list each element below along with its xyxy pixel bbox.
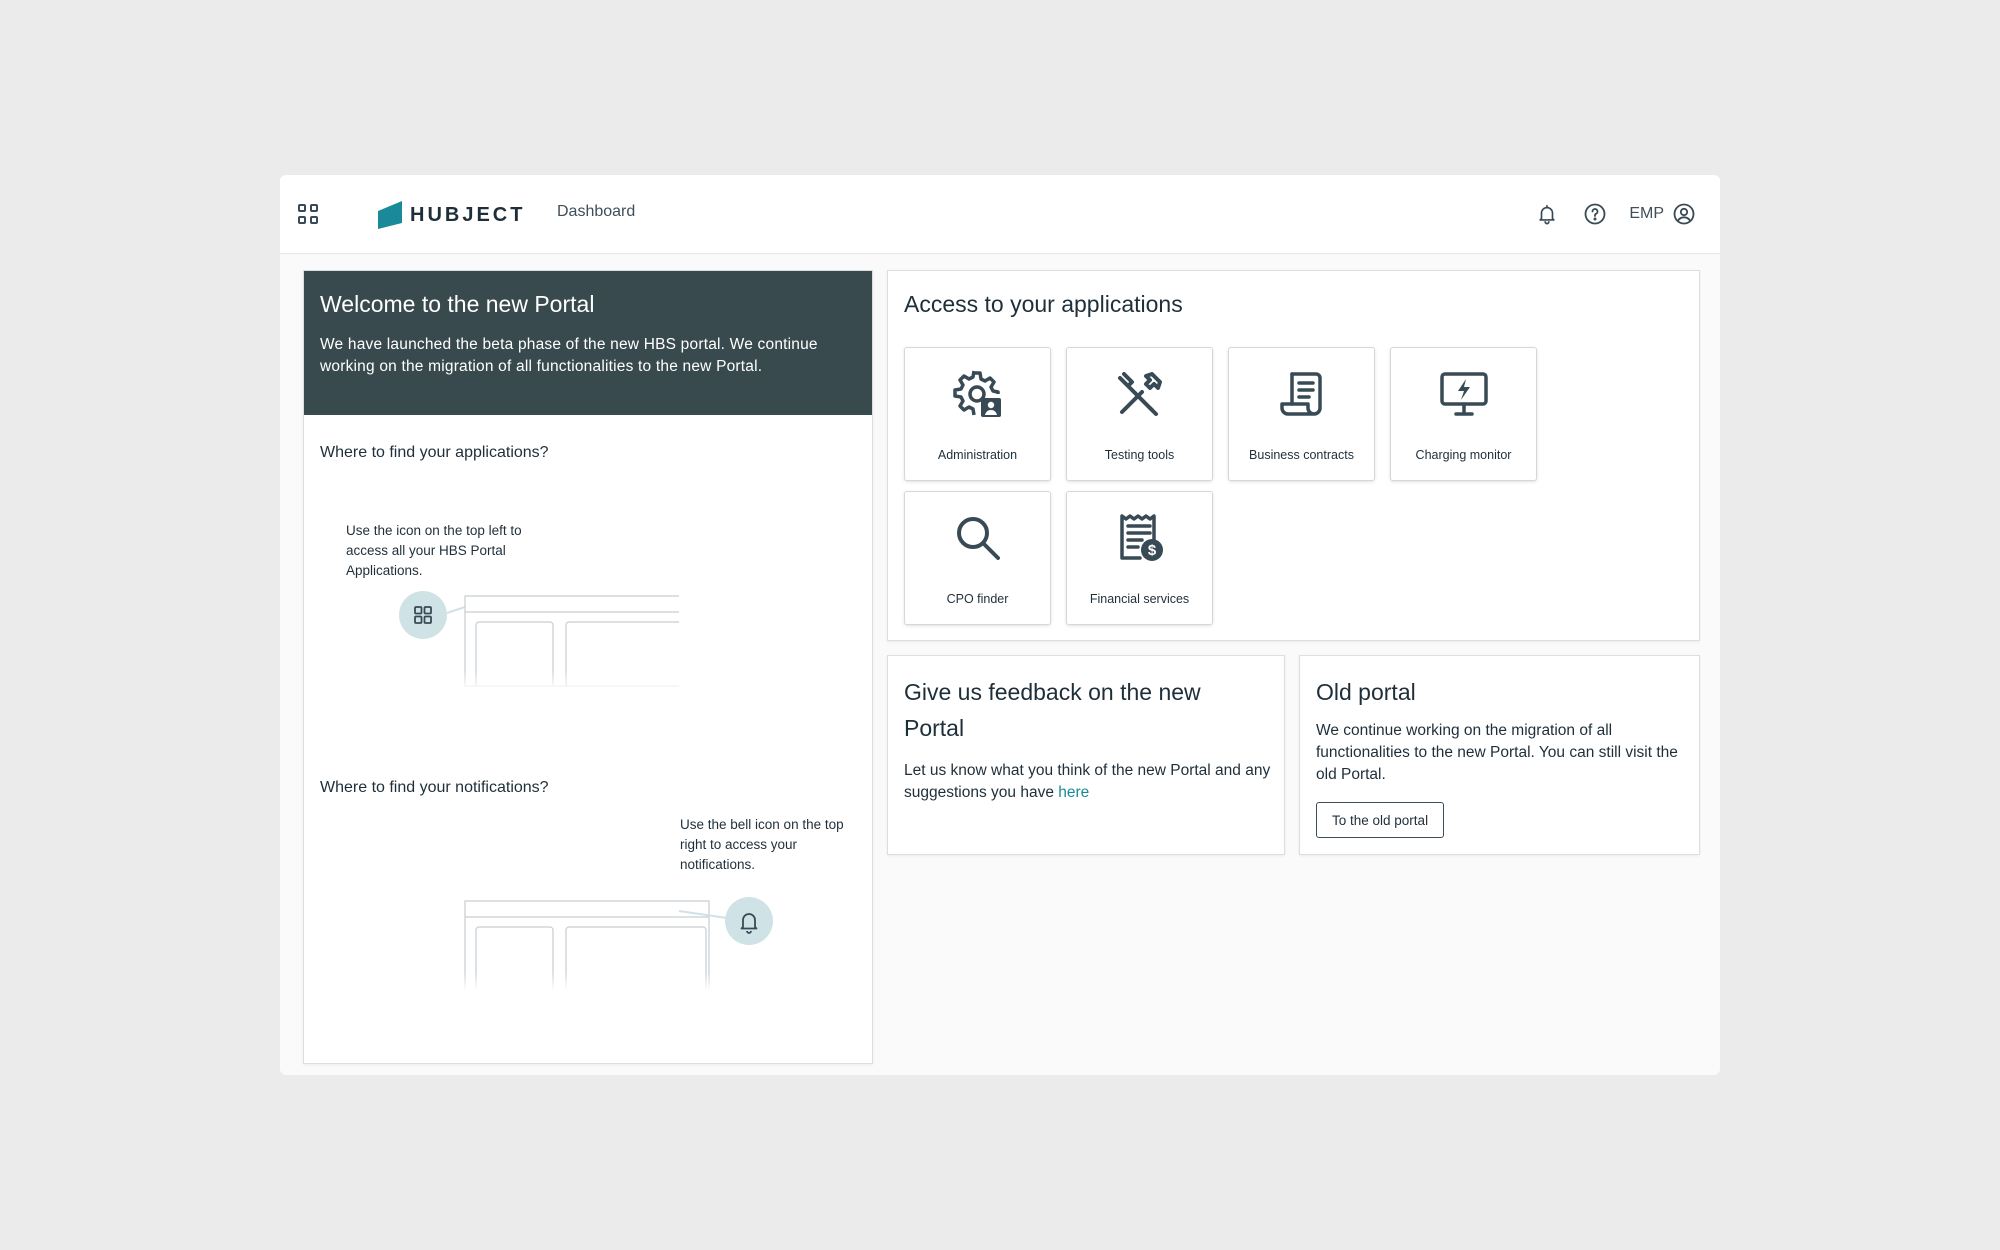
app-tile-label: Charging monitor [1415,448,1512,462]
feedback-card: Give us feedback on the new Portal Let u… [887,655,1285,855]
notifications-question: Where to find your notifications? [320,779,549,796]
app-tile-label: Testing tools [1104,448,1175,462]
old-portal-title: Old portal [1316,679,1416,705]
apps-question: Where to find your applications? [320,444,549,461]
old-portal-card: Old portal We continue working on the mi… [1299,655,1700,855]
user-label: EMP [1629,205,1664,222]
portal-window: HUBJECT Dashboard EMP Welcome to the new… [280,175,1720,1075]
applications-title: Access to your applications [904,291,1183,317]
welcome-card: Welcome to the new Portal We have launch… [303,270,873,1064]
feedback-text: Let us know what you think of the new Po… [904,760,1274,804]
gear-user-icon [952,370,1001,417]
applications-card: Access to your applications Administrati… [887,270,1700,641]
old-portal-button[interactable]: To the old portal [1316,802,1445,838]
app-tile-cpo-finder[interactable]: CPO finder [904,491,1051,625]
app-tile-label: CPO finder [946,592,1009,606]
hubject-logo[interactable]: HUBJECT [378,201,525,229]
app-tile-financial-services[interactable]: $ Financial services [1066,491,1213,625]
app-tile-administration[interactable]: Administration [904,347,1051,481]
old-portal-text: We continue working on the migration of … [1316,722,1678,783]
monitor-bolt-icon [1439,372,1488,416]
logo-mark-icon [378,201,402,229]
feedback-link[interactable]: here [1058,784,1089,801]
app-tile-label: Administration [937,448,1018,462]
app-tile-label: Financial services [1089,592,1190,606]
apps-tip: Use the icon on the top left to access a… [346,523,522,578]
user-circle-icon [1673,203,1695,225]
notifications-tip: Use the bell icon on the top right to ac… [680,817,844,872]
welcome-title: Welcome to the new Portal [320,291,595,317]
bell-icon[interactable] [1533,200,1561,228]
receipt-dollar-icon: $ [1119,514,1163,561]
notifications-location-illustration [454,897,784,991]
welcome-text: We have launched the beta phase of the n… [320,336,818,375]
header-actions: EMP [1533,200,1696,228]
logo-text: HUBJECT [410,203,526,226]
svg-text:$: $ [1147,542,1156,559]
nav-dashboard[interactable]: Dashboard [557,203,635,221]
user-menu-button[interactable]: EMP [1629,202,1696,226]
app-tile-charging-monitor[interactable]: Charging monitor [1390,347,1537,481]
app-tile-business-contracts[interactable]: Business contracts [1228,347,1375,481]
apps-location-illustration [399,591,679,691]
search-icon [956,517,1000,560]
app-tile-label: Business contracts [1249,448,1354,462]
welcome-hero: Welcome to the new Portal We have launch… [304,271,872,415]
top-bar: HUBJECT Dashboard EMP [280,175,1720,254]
tools-icon [1117,372,1162,416]
feedback-title: Give us feedback on the new Portal [904,679,1201,741]
help-icon[interactable] [1581,200,1609,228]
contract-scroll-icon [1279,372,1322,416]
apps-grid-icon[interactable] [296,202,320,226]
app-tile-testing-tools[interactable]: Testing tools [1066,347,1213,481]
